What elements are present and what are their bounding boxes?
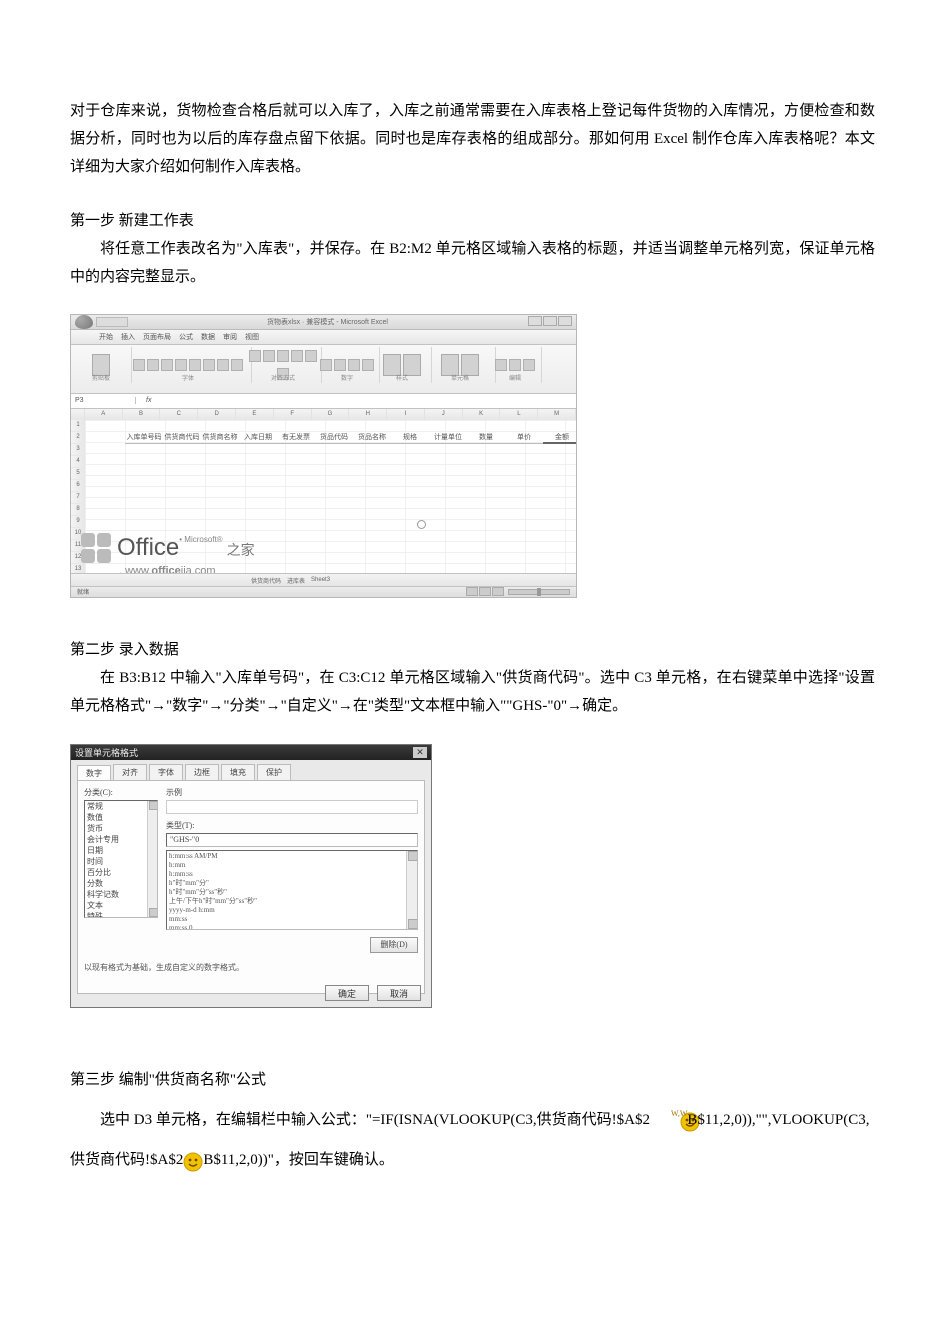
dialog-hint: 以现有格式为基础，生成自定义的数字格式。: [84, 962, 244, 973]
font-icon[interactable]: [133, 359, 145, 371]
ok-button[interactable]: 确定: [325, 985, 369, 1001]
close-icon[interactable]: ✕: [413, 747, 427, 758]
window-title: 货物表xlsx · 兼容模式 - Microsoft Excel: [267, 317, 388, 327]
sheet-tabs[interactable]: 供货商代码 进库表 Sheet3: [71, 573, 576, 587]
zoom-slider[interactable]: [508, 589, 570, 595]
dialog-title: 设置单元格格式: [75, 746, 138, 759]
excel-title-bar: 货物表xlsx · 兼容模式 - Microsoft Excel: [71, 315, 576, 330]
type-input[interactable]: "GHS-"0: [166, 833, 418, 847]
ribbon-tab-data[interactable]: 数据: [201, 332, 215, 342]
ribbon-group-clipboard[interactable]: 剪贴板: [71, 347, 132, 383]
type-list-item[interactable]: h:mm:ss AM/PM: [169, 852, 415, 861]
ribbon[interactable]: 剪贴板 字体 对齐方式 数字 样式 单元格: [71, 345, 576, 394]
office-button-icon[interactable]: [75, 315, 93, 329]
type-list-item[interactable]: h:mm:ss: [169, 870, 415, 879]
ribbon-tab-layout[interactable]: 页面布局: [143, 332, 171, 342]
dialog-tabs[interactable]: 数字 对齐 字体 边框 填充 保护: [71, 760, 431, 780]
step2-title: 第二步 录入数据: [70, 638, 875, 659]
sample-label: 示例: [166, 787, 418, 798]
dialog-tab-align[interactable]: 对齐: [113, 764, 147, 780]
format-detail-panel: 示例 类型(T): "GHS-"0 h:mm:ss AM/PM h:mm h:m…: [166, 787, 418, 987]
step1-title: 第一步 新建工作表: [70, 209, 875, 230]
emoji-annotation: W,W: [671, 1109, 687, 1118]
ribbon-tab-review[interactable]: 审阅: [223, 332, 237, 342]
format-cells-dialog: 设置单元格格式 ✕ 数字 对齐 字体 边框 填充 保护 分类(C): 常规 数值…: [70, 744, 432, 1008]
fx-icon[interactable]: fx: [136, 397, 157, 404]
status-ready: 就绪: [77, 587, 89, 596]
cancel-button[interactable]: 取消: [377, 985, 421, 1001]
excel-screenshot: 货物表xlsx · 兼容模式 - Microsoft Excel 开始 插入 页…: [70, 314, 577, 598]
step3-line1: 选中 D3 单元格，在编辑栏中输入公式："=IF(ISNA(VLOOKUP(C3…: [70, 1107, 875, 1135]
dialog-tab-fill[interactable]: 填充: [221, 764, 255, 780]
view-buttons[interactable]: [466, 587, 504, 596]
type-list-item[interactable]: 上午/下午h"时"mm"分"ss"秒": [169, 897, 415, 906]
table-header-row[interactable]: 入库单号码 供货商代码 供货商名称 入库日期 有无发票 货品代码 货品名称 规格…: [125, 431, 577, 444]
scrollbar[interactable]: [147, 801, 157, 917]
sheet-tab[interactable]: 供货商代码: [251, 576, 281, 585]
ribbon-group-font[interactable]: 字体: [125, 347, 252, 383]
type-list-item[interactable]: yyyy-m-d h:mm: [169, 906, 415, 915]
smile-emoji-icon: [183, 1152, 203, 1170]
sheet-tab[interactable]: 进库表: [287, 576, 305, 585]
step2-body: 在 B3:B12 中输入"入库单号码"，在 C3:C12 单元格区域输入"供货商…: [70, 665, 875, 721]
dialog-body: 分类(C): 常规 数值 货币 会计专用 日期 时间 百分比 分数 科学记数 文…: [77, 780, 425, 994]
shape-circle: [417, 520, 426, 529]
dialog-footer: 确定 取消: [325, 985, 421, 1001]
step1-body: 将任意工作表改名为"入库表"，并保存。在 B2:M2 单元格区域输入表格的标题，…: [70, 236, 875, 292]
type-list-item[interactable]: mm:ss: [169, 915, 415, 924]
ribbon-group-edit[interactable]: 编辑: [489, 347, 542, 383]
dialog-tab-protect[interactable]: 保护: [257, 764, 291, 780]
ribbon-group-cells[interactable]: 单元格: [425, 347, 496, 383]
ribbon-group-number[interactable]: 数字: [315, 347, 380, 383]
type-list-item[interactable]: mm:ss.0: [169, 924, 415, 930]
category-listbox[interactable]: 常规 数值 货币 会计专用 日期 时间 百分比 分数 科学记数 文本 特殊 自定…: [84, 800, 158, 918]
ribbon-tab-home[interactable]: 开始: [99, 332, 113, 342]
step3-title: 第三步 编制"供货商名称"公式: [70, 1068, 875, 1089]
type-list-item[interactable]: h"时"mm"分": [169, 879, 415, 888]
ribbon-tab-insert[interactable]: 插入: [121, 332, 135, 342]
smile-emoji-icon: [650, 1112, 670, 1130]
ribbon-tab-view[interactable]: 视图: [245, 332, 259, 342]
dialog-title-bar[interactable]: 设置单元格格式 ✕: [71, 745, 431, 760]
ribbon-tab-formula[interactable]: 公式: [179, 332, 193, 342]
category-panel: 分类(C): 常规 数值 货币 会计专用 日期 时间 百分比 分数 科学记数 文…: [84, 787, 158, 987]
ribbon-group-alignment[interactable]: 对齐方式: [245, 347, 322, 383]
window-control-buttons[interactable]: [527, 316, 572, 328]
intro-paragraph: 对于仓库来说，货物检查合格后就可以入库了，入库之前通常需要在入库表格上登记每件货…: [70, 98, 875, 181]
scrollbar[interactable]: [406, 851, 417, 929]
document-page: 对于仓库来说，货物检查合格后就可以入库了，入库之前通常需要在入库表格上登记每件货…: [0, 0, 945, 1337]
sheet-tab[interactable]: Sheet3: [311, 577, 330, 583]
sample-box: [166, 800, 418, 814]
delete-button[interactable]: 删除(D): [370, 937, 418, 953]
dialog-tab-number[interactable]: 数字: [77, 765, 111, 781]
type-list-item[interactable]: h:mm: [169, 861, 415, 870]
type-label: 类型(T):: [166, 820, 418, 831]
status-bar: 就绪: [71, 586, 576, 597]
dialog-tab-border[interactable]: 边框: [185, 764, 219, 780]
ribbon-group-style[interactable]: 样式: [373, 347, 432, 383]
ribbon-tabs[interactable]: 开始 插入 页面布局 公式 数据 审阅 视图: [71, 330, 576, 345]
category-label: 分类(C):: [84, 787, 158, 798]
type-listbox[interactable]: h:mm:ss AM/PM h:mm h:mm:ss h"时"mm"分" h"时…: [166, 850, 418, 930]
name-box[interactable]: P3: [71, 397, 136, 404]
spreadsheet-grid[interactable]: A B C D E F G H I J K L M 12345678910111…: [71, 409, 576, 579]
watermark-logo: Office• Microsoft®之家 . www.officejia.com: [81, 533, 255, 563]
type-list-item[interactable]: h"时"mm"分"ss"秒": [169, 888, 415, 897]
dialog-tab-font[interactable]: 字体: [149, 764, 183, 780]
quick-access-toolbar[interactable]: [96, 317, 128, 327]
logo-squares-icon: [81, 533, 111, 563]
step3-line2: 供货商代码!$A$2 B$11,2,0))"，按回车键确认。: [70, 1147, 875, 1175]
formula-bar[interactable]: P3 fx: [71, 394, 576, 409]
